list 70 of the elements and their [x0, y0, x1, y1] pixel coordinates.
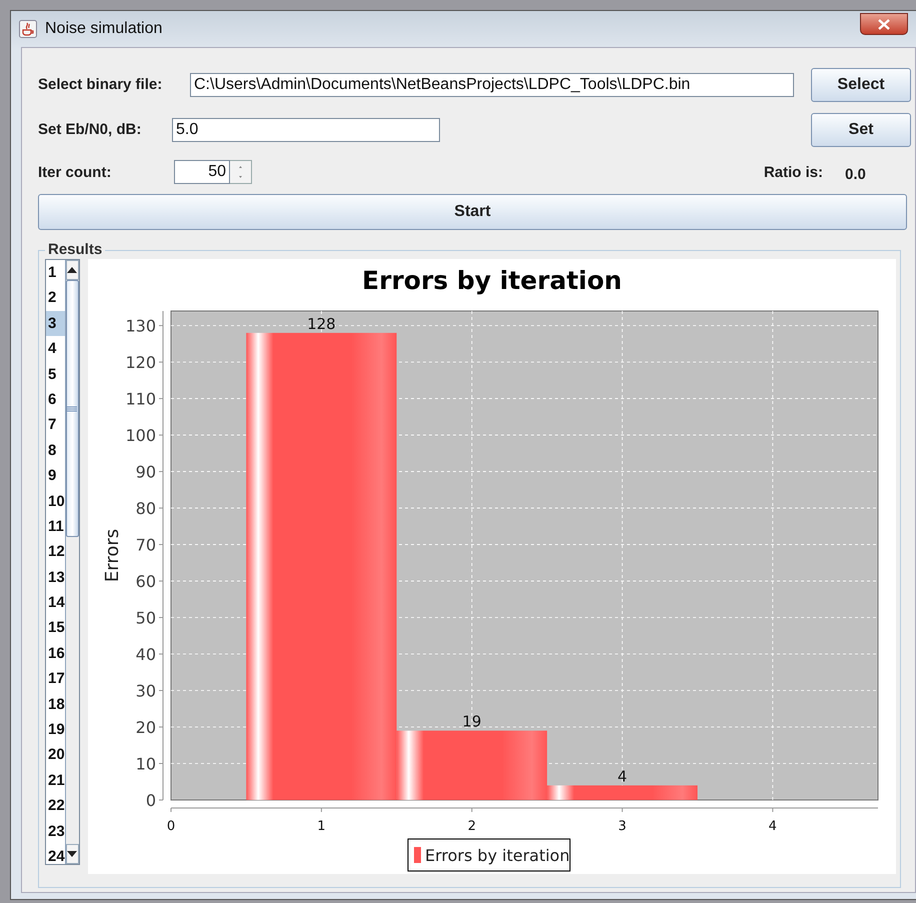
ebn0-field[interactable]: 5.0 — [172, 118, 440, 142]
y-tick-label: 50 — [136, 608, 156, 628]
y-tick-label: 60 — [136, 572, 156, 592]
result-item[interactable]: 8 — [46, 438, 65, 464]
y-tick-label: 100 — [125, 426, 156, 446]
chart-legend: Errors by iteration — [408, 838, 570, 872]
result-item[interactable]: 21 — [46, 768, 65, 794]
result-item[interactable]: 11 — [46, 514, 65, 540]
y-tick-label: 110 — [125, 390, 156, 409]
data-label: 4 — [618, 767, 628, 786]
result-item[interactable]: 20 — [46, 742, 65, 768]
result-item[interactable]: 22 — [46, 793, 65, 819]
y-axis-label: Errors — [102, 528, 123, 582]
result-item[interactable]: 12 — [46, 539, 65, 565]
close-button[interactable] — [860, 13, 908, 35]
result-item[interactable]: 23 — [46, 818, 65, 844]
result-item[interactable]: 14 — [46, 590, 65, 616]
start-button[interactable]: Start — [38, 194, 907, 230]
down-arrow-icon — [67, 851, 78, 857]
y-tick-label: 120 — [125, 353, 156, 372]
x-tick-label: 1 — [317, 819, 326, 834]
iter-count-field[interactable]: 50 — [174, 160, 230, 184]
x-tick-label: 4 — [768, 819, 777, 834]
result-item[interactable]: 3 — [46, 310, 65, 336]
result-item[interactable]: 6 — [46, 386, 65, 412]
scrollbar-thumb[interactable] — [66, 280, 79, 537]
up-arrow-icon — [67, 267, 78, 273]
y-tick-label: 80 — [136, 499, 156, 518]
result-item[interactable]: 7 — [46, 412, 65, 438]
result-item[interactable]: 5 — [46, 362, 65, 387]
set-button[interactable]: Set — [811, 112, 911, 146]
ratio-value: 0.0 — [844, 166, 867, 182]
result-item[interactable]: 1 — [46, 260, 65, 286]
ratio-label: Ratio is: — [764, 164, 823, 180]
result-item[interactable]: 17 — [46, 666, 65, 692]
file-label: Select binary file: — [38, 76, 164, 93]
ebn0-label: Set Eb/N0, dB: — [38, 121, 142, 138]
result-item[interactable]: 13 — [46, 564, 65, 590]
y-tick-label: 20 — [136, 718, 156, 738]
result-item[interactable]: 16 — [46, 640, 65, 666]
data-label: 19 — [462, 712, 482, 731]
x-tick-label: 3 — [618, 819, 626, 834]
y-tick-label: 90 — [136, 462, 156, 482]
iter-count-label: Iter count: — [38, 164, 112, 180]
java-cup-icon — [19, 20, 37, 38]
chart-title: Errors by iteration — [362, 266, 622, 295]
legend-label: Errors by iteration — [425, 846, 570, 865]
y-tick-label: 10 — [136, 754, 156, 774]
result-item[interactable]: 10 — [46, 488, 65, 514]
result-item[interactable]: 15 — [46, 615, 65, 641]
result-item[interactable]: 4 — [46, 336, 65, 362]
result-item[interactable]: 19 — [46, 717, 65, 742]
result-item[interactable]: 2 — [46, 285, 65, 311]
x-tick-label: 0 — [166, 819, 176, 834]
result-item[interactable]: 24 — [46, 844, 65, 864]
data-label: 128 — [307, 314, 336, 333]
x-tick-label: 2 — [468, 819, 476, 834]
result-item[interactable]: 9 — [46, 463, 65, 489]
select-button[interactable]: Select — [811, 68, 911, 102]
result-item[interactable]: 18 — [46, 692, 65, 718]
y-tick-label: 70 — [136, 536, 156, 555]
y-tick-label: 30 — [136, 682, 156, 701]
y-tick-label: 0 — [146, 791, 156, 810]
y-tick-label: 40 — [136, 645, 156, 664]
window-title: Noise simulation — [45, 20, 162, 38]
y-tick-label: 130 — [125, 316, 156, 336]
scroll-up-button[interactable] — [66, 260, 79, 280]
close-icon — [878, 18, 890, 30]
scroll-down-button[interactable] — [66, 844, 79, 864]
file-path-field[interactable]: C:\Users\Admin\Documents\NetBeansProjects\LDPC_Tools\LDPC.bin — [190, 72, 794, 96]
